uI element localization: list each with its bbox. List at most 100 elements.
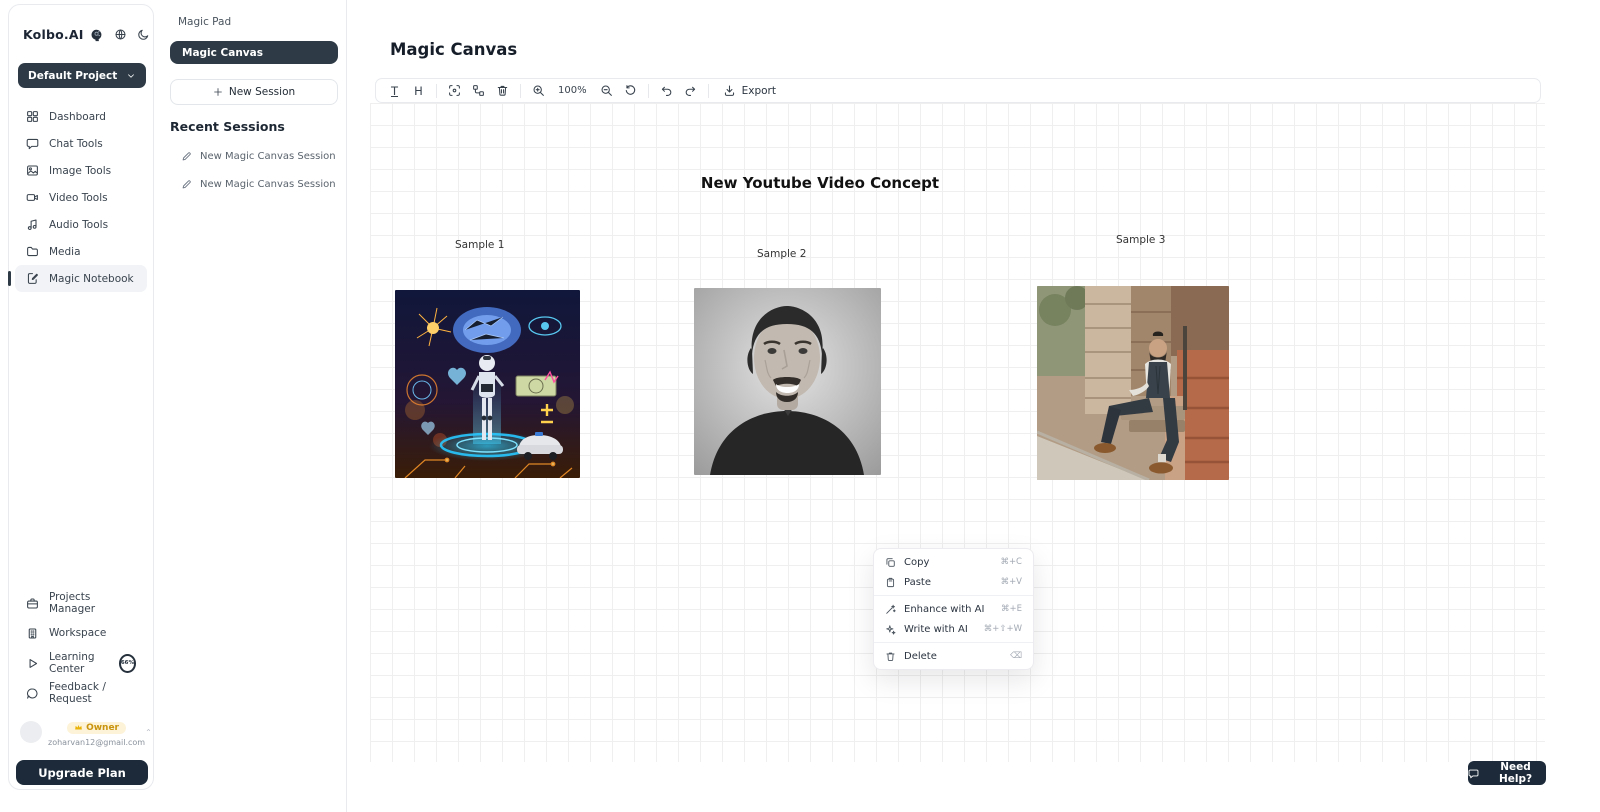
reset-view-button[interactable] bbox=[619, 81, 642, 100]
sidebar-item-learning-center[interactable]: Learning Center 66% bbox=[15, 648, 147, 678]
canvas-text-heading[interactable]: New Youtube Video Concept bbox=[690, 174, 950, 192]
brand-row: Kolbo.AI bbox=[23, 27, 143, 42]
sample-3-label[interactable]: Sample 3 bbox=[1116, 234, 1165, 246]
upgrade-plan-button[interactable]: Upgrade Plan bbox=[16, 760, 148, 785]
canvas-grid[interactable]: New Youtube Video Concept Sample 1 Sampl… bbox=[370, 103, 1545, 762]
language-globe-icon[interactable] bbox=[114, 28, 127, 41]
building-icon bbox=[26, 627, 39, 640]
focus-scan-icon bbox=[448, 84, 461, 97]
heading-tool-glyph: H bbox=[414, 84, 423, 98]
session-list-item[interactable]: New Magic Canvas Session bbox=[181, 151, 336, 162]
tool-item-magic-pad[interactable]: Magic Pad bbox=[178, 16, 231, 28]
tool-item-label: Magic Canvas bbox=[182, 47, 263, 59]
sidebar: Kolbo.AI Default Project Dashboard Chat … bbox=[8, 4, 154, 790]
select-area-button[interactable] bbox=[443, 81, 466, 100]
zoom-level[interactable]: 100% bbox=[551, 85, 594, 96]
menu-item-copy[interactable]: Copy ⌘+C bbox=[874, 552, 1033, 572]
sample-2-image[interactable] bbox=[694, 288, 881, 475]
brain-logo-icon bbox=[88, 27, 104, 42]
sidebar-item-label: Magic Notebook bbox=[49, 273, 134, 285]
sessions-panel: Magic Pad Magic Canvas New Session Recen… bbox=[155, 0, 347, 812]
sidebar-item-workspace[interactable]: Workspace bbox=[15, 618, 147, 648]
new-session-button[interactable]: New Session bbox=[170, 79, 338, 105]
toolbar-divider bbox=[520, 84, 521, 98]
zoom-in-icon bbox=[532, 84, 545, 97]
sidebar-item-chat-tools[interactable]: Chat Tools bbox=[15, 130, 147, 157]
tool-item-magic-canvas[interactable]: Magic Canvas bbox=[170, 41, 338, 64]
sidebar-item-video-tools[interactable]: Video Tools bbox=[15, 184, 147, 211]
zoom-out-button[interactable] bbox=[595, 81, 618, 100]
sample-1-label[interactable]: Sample 1 bbox=[455, 239, 504, 251]
trash-icon bbox=[885, 651, 896, 662]
user-account[interactable]: Owner zoharvan12@gmail.com ⌃ bbox=[20, 717, 146, 747]
dashboard-grid-icon bbox=[26, 110, 39, 123]
text-tool-button[interactable]: T bbox=[383, 81, 406, 100]
heading-tool-button[interactable]: H bbox=[407, 81, 430, 100]
flow-connector-icon bbox=[472, 84, 485, 97]
sidebar-item-label: Learning Center bbox=[49, 651, 107, 675]
menu-item-enhance-with-ai[interactable]: Enhance with AI ⌘+E bbox=[874, 599, 1033, 619]
sidebar-item-label: Image Tools bbox=[49, 165, 111, 177]
pencil-icon bbox=[181, 179, 192, 190]
sample-2-label[interactable]: Sample 2 bbox=[757, 248, 806, 260]
recent-sessions-title: Recent Sessions bbox=[170, 119, 285, 134]
brand-name: Kolbo.AI bbox=[23, 27, 84, 42]
sidebar-item-dashboard[interactable]: Dashboard bbox=[15, 103, 147, 130]
toolbar-divider bbox=[648, 84, 649, 98]
undo-button[interactable] bbox=[655, 81, 678, 100]
sidebar-item-media[interactable]: Media bbox=[15, 238, 147, 265]
crown-icon bbox=[74, 723, 83, 732]
folder-icon bbox=[26, 245, 39, 258]
menu-item-shortcut: ⌫ bbox=[1010, 651, 1022, 661]
sample-1-image[interactable] bbox=[395, 290, 580, 478]
toolbar-divider bbox=[708, 84, 709, 98]
upgrade-plan-label: Upgrade Plan bbox=[38, 766, 126, 780]
menu-item-delete[interactable]: Delete ⌫ bbox=[874, 646, 1033, 666]
sidebar-item-label: Media bbox=[49, 246, 81, 258]
new-session-label: New Session bbox=[229, 86, 295, 98]
video-camera-icon bbox=[26, 191, 39, 204]
user-expand-icon[interactable]: ⌃ bbox=[145, 728, 152, 737]
avatar bbox=[20, 721, 42, 743]
export-button[interactable]: Export bbox=[715, 81, 784, 100]
need-help-label: Need Help? bbox=[1485, 761, 1546, 785]
menu-item-paste[interactable]: Paste ⌘+V bbox=[874, 572, 1033, 592]
menu-item-label: Write with AI bbox=[904, 624, 968, 635]
toolbar-divider bbox=[436, 84, 437, 98]
delete-tool-button[interactable] bbox=[491, 81, 514, 100]
briefcase-icon bbox=[26, 597, 39, 610]
redo-button[interactable] bbox=[679, 81, 702, 100]
sidebar-item-audio-tools[interactable]: Audio Tools bbox=[15, 211, 147, 238]
sidebar-item-projects-manager[interactable]: Projects Manager bbox=[15, 588, 147, 618]
sidebar-item-magic-notebook[interactable]: Magic Notebook bbox=[15, 265, 147, 292]
dark-mode-moon-icon[interactable] bbox=[137, 28, 150, 41]
need-help-button[interactable]: Need Help? bbox=[1468, 761, 1546, 785]
menu-item-write-with-ai[interactable]: Write with AI ⌘+⇧+W bbox=[874, 619, 1033, 639]
image-icon bbox=[26, 164, 39, 177]
menu-item-label: Enhance with AI bbox=[904, 604, 984, 615]
zoom-in-button[interactable] bbox=[527, 81, 550, 100]
menu-divider bbox=[874, 595, 1033, 596]
trash-icon bbox=[496, 84, 509, 97]
active-indicator bbox=[8, 271, 11, 286]
music-note-icon bbox=[26, 218, 39, 231]
chat-round-icon bbox=[26, 687, 39, 700]
chevron-down-icon bbox=[126, 71, 136, 81]
session-item-label: New Magic Canvas Session bbox=[200, 151, 336, 162]
sidebar-item-label: Dashboard bbox=[49, 111, 106, 123]
canvas-toolbar: T H 100% Export bbox=[375, 78, 1541, 103]
sidebar-item-label: Workspace bbox=[49, 627, 106, 639]
clipboard-icon bbox=[885, 577, 896, 588]
undo-icon bbox=[660, 84, 673, 97]
sidebar-item-feedback[interactable]: Feedback / Request bbox=[15, 678, 147, 708]
user-meta: Owner zoharvan12@gmail.com bbox=[48, 717, 145, 747]
menu-item-shortcut: ⌘+⇧+W bbox=[984, 624, 1022, 634]
sidebar-item-label: Feedback / Request bbox=[49, 681, 136, 705]
project-selector[interactable]: Default Project bbox=[18, 63, 146, 88]
user-email: zoharvan12@gmail.com bbox=[48, 738, 145, 747]
connector-tool-button[interactable] bbox=[467, 81, 490, 100]
session-list-item[interactable]: New Magic Canvas Session bbox=[181, 179, 336, 190]
sample-3-image[interactable] bbox=[1037, 286, 1229, 480]
play-icon bbox=[26, 657, 39, 670]
sidebar-item-image-tools[interactable]: Image Tools bbox=[15, 157, 147, 184]
